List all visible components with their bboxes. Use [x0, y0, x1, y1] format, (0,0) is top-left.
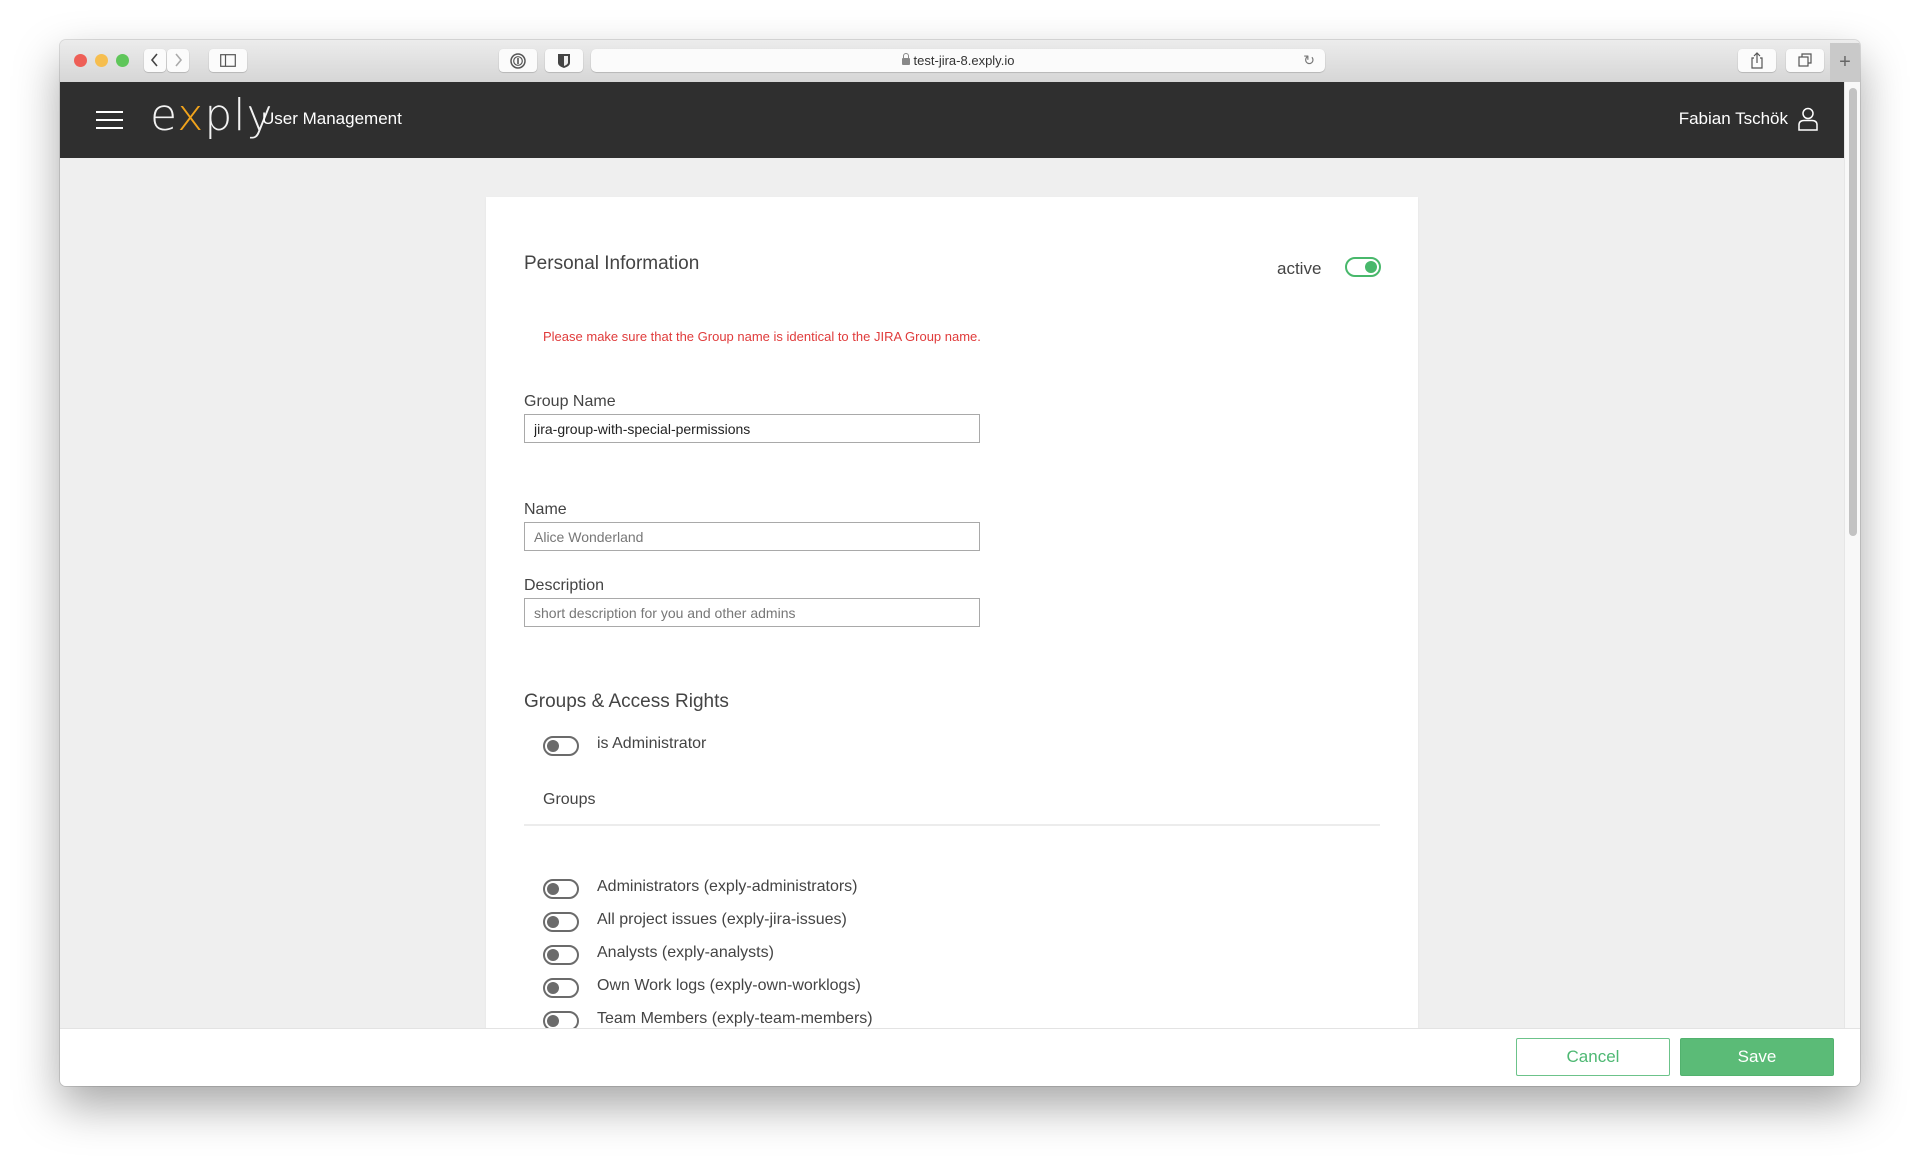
groups-access-title: Groups & Access Rights: [524, 691, 729, 712]
active-label: active: [1277, 259, 1322, 278]
reload-icon[interactable]: ↻: [1303, 49, 1315, 72]
action-footer: Cancel Save: [60, 1028, 1860, 1086]
group-name-warning: Please make sure that the Group name is …: [543, 329, 981, 344]
app-title: User Management: [262, 109, 402, 128]
user-form-card: Personal Information active Please make …: [486, 197, 1418, 1086]
chevron-right-icon: [175, 53, 183, 67]
group-label: Administrators (exply-administrators): [597, 878, 858, 895]
show-tabs-button[interactable]: [1786, 49, 1824, 72]
group-toggle-jira-issues[interactable]: [543, 912, 579, 932]
page-scrollbar[interactable]: [1844, 82, 1860, 1028]
sidebar-icon: [220, 54, 236, 67]
new-tab-button[interactable]: +: [1830, 43, 1860, 82]
name-input[interactable]: [524, 522, 980, 551]
user-icon[interactable]: [1798, 107, 1818, 131]
group-label: Analysts (exply-analysts): [597, 944, 774, 961]
groups-label: Groups: [543, 791, 596, 808]
browser-window: test-jira-8.exply.io ↻ + exply User Mana…: [60, 40, 1860, 1086]
group-label: Team Members (exply-team-members): [597, 1010, 873, 1027]
user-name[interactable]: Fabian Tschök: [1679, 109, 1788, 129]
zoom-window-button[interactable]: [116, 54, 129, 67]
share-icon: [1751, 52, 1763, 69]
tabs-icon: [1798, 53, 1812, 67]
main-content: Personal Information active Please make …: [60, 158, 1844, 1086]
share-button[interactable]: [1738, 49, 1776, 72]
address-bar[interactable]: test-jira-8.exply.io ↻: [591, 49, 1325, 72]
group-toggle-own-worklogs[interactable]: [543, 978, 579, 998]
privacy-shield-button[interactable]: [545, 49, 583, 72]
group-label: All project issues (exply-jira-issues): [597, 911, 847, 928]
description-label: Description: [524, 577, 605, 594]
close-window-button[interactable]: [74, 54, 87, 67]
1password-icon: [510, 53, 526, 69]
is-admin-toggle[interactable]: [543, 736, 579, 756]
back-button[interactable]: [144, 49, 166, 72]
active-toggle[interactable]: [1345, 257, 1381, 277]
group-name-input[interactable]: [524, 414, 980, 443]
group-label: Own Work logs (exply-own-worklogs): [597, 977, 861, 994]
group-toggle-analysts[interactable]: [543, 945, 579, 965]
url-text: test-jira-8.exply.io: [913, 53, 1015, 68]
description-input[interactable]: [524, 598, 980, 627]
lock-icon: [901, 53, 910, 65]
chevron-left-icon: [150, 53, 158, 67]
scrollbar-thumb[interactable]: [1849, 88, 1857, 536]
group-toggle-administrators[interactable]: [543, 879, 579, 899]
groups-divider: [524, 824, 1380, 826]
forward-button[interactable]: [167, 49, 189, 72]
group-name-label: Group Name: [524, 393, 616, 410]
is-admin-label: is Administrator: [597, 735, 707, 752]
sidebar-button[interactable]: [209, 49, 247, 72]
cancel-button[interactable]: Cancel: [1516, 1038, 1670, 1076]
exply-logo[interactable]: exply: [150, 94, 274, 138]
shield-icon: [558, 54, 570, 68]
personal-info-title: Personal Information: [524, 253, 700, 274]
save-button[interactable]: Save: [1680, 1038, 1834, 1076]
menu-icon[interactable]: [96, 111, 123, 129]
password-manager-button[interactable]: [499, 49, 537, 72]
name-label: Name: [524, 501, 567, 518]
minimize-window-button[interactable]: [95, 54, 108, 67]
app-header: exply User Management Fabian Tschök: [60, 82, 1844, 158]
browser-titlebar: test-jira-8.exply.io ↻ +: [60, 40, 1860, 83]
